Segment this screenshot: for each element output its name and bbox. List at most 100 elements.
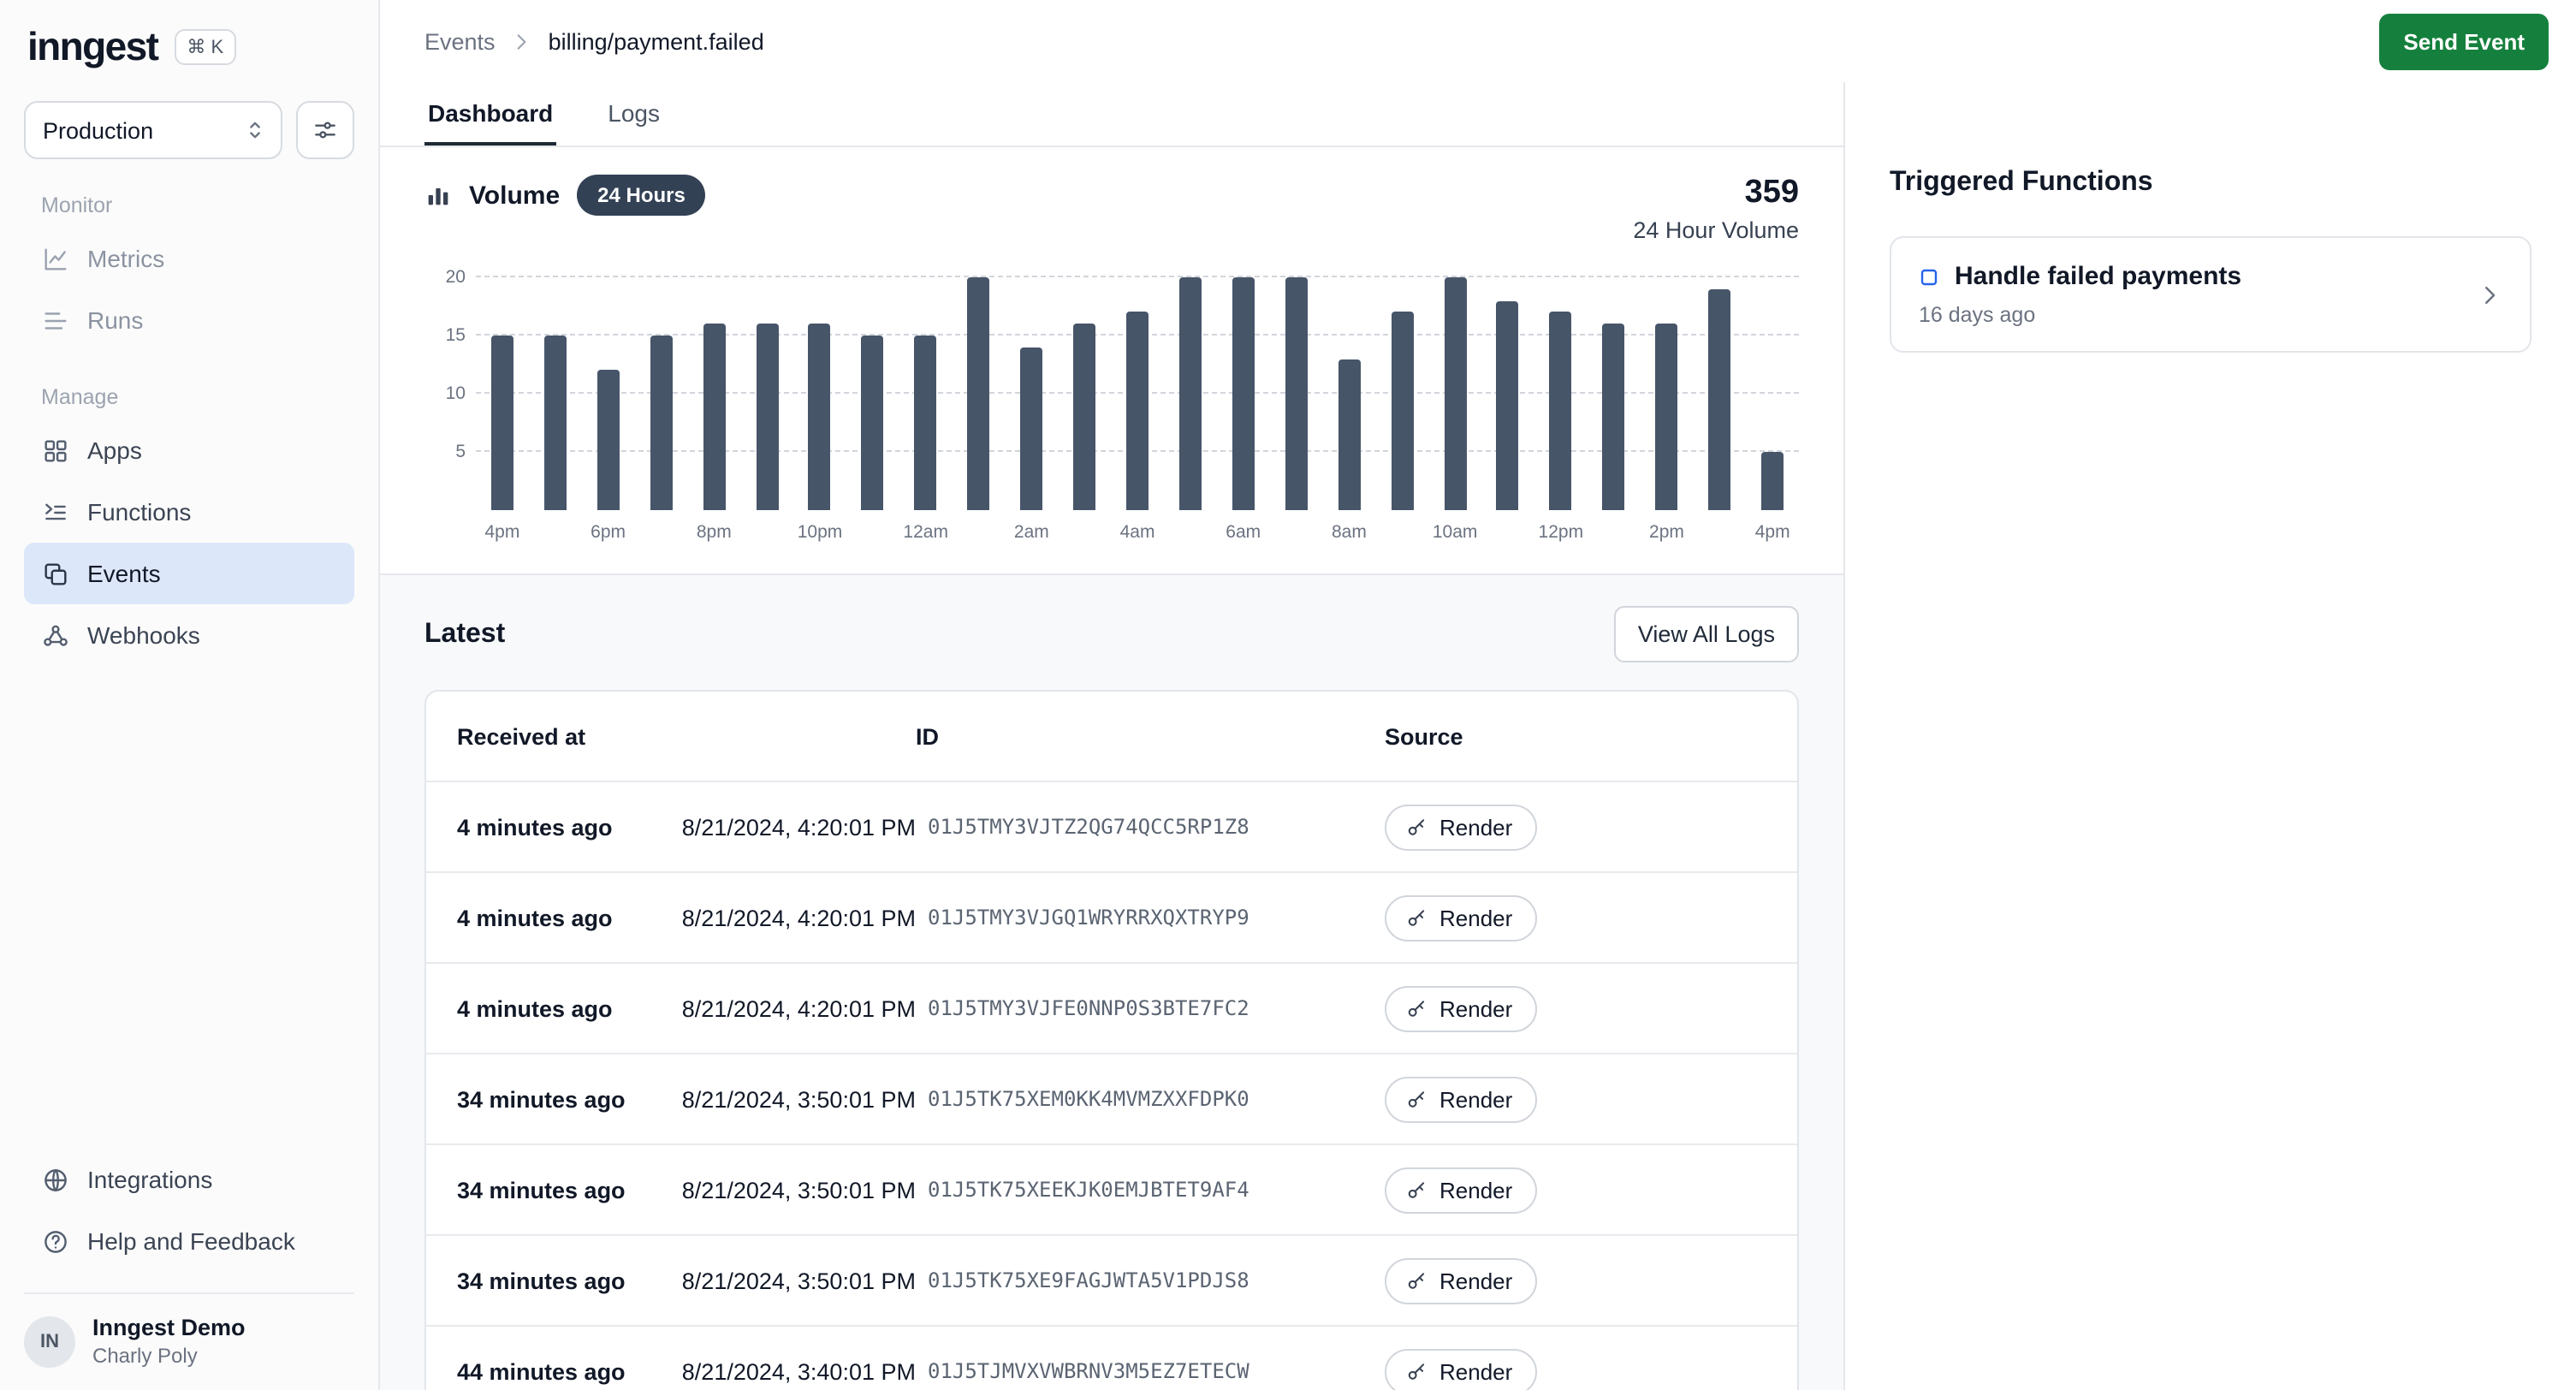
table-row[interactable]: 44 minutes ago 8/21/2024, 3:40:01 PM 01J…	[426, 1325, 1797, 1390]
table-row[interactable]: 34 minutes ago 8/21/2024, 3:50:01 PM 01J…	[426, 1234, 1797, 1325]
runs-list-icon	[41, 306, 70, 335]
volume-chart: 5101520 4pm6pm8pm10pm12am2am4am6am8am10a…	[424, 260, 1799, 543]
x-axis-tick-label	[1270, 522, 1323, 543]
sidebar-item-apps[interactable]: Apps	[24, 419, 354, 481]
source-badge[interactable]: Render	[1385, 1076, 1536, 1122]
chevron-right-icon	[2477, 282, 2502, 307]
breadcrumb-events[interactable]: Events	[424, 28, 496, 54]
apps-grid-icon	[41, 436, 70, 465]
x-axis-tick-label	[740, 522, 793, 543]
chart-bar	[1073, 324, 1095, 510]
sidebar-item-label: Metrics	[87, 245, 164, 272]
range-selector[interactable]: 24 Hours	[577, 175, 706, 216]
table-row[interactable]: 4 minutes ago 8/21/2024, 4:20:01 PM 01J5…	[426, 962, 1797, 1053]
volume-section: Volume 24 Hours 359 24 Hour Volume 51015…	[380, 147, 1843, 573]
command-k-shortcut[interactable]: ⌘ K	[175, 29, 235, 65]
source-label: Render	[1439, 995, 1512, 1021]
chart-bar	[1020, 348, 1042, 510]
tab-dashboard[interactable]: Dashboard	[424, 82, 556, 146]
app-root: inngest ⌘ K Production Monitor	[0, 0, 2576, 1390]
user-menu[interactable]: IN Inngest Demo Charly Poly	[24, 1292, 354, 1369]
main-column: Dashboard Logs Volume 24 Hours	[380, 82, 1845, 1390]
table-row[interactable]: 34 minutes ago 8/21/2024, 3:50:01 PM 01J…	[426, 1053, 1797, 1143]
chevron-right-icon	[511, 30, 533, 52]
function-name: Handle failed payments	[1955, 262, 2241, 291]
source-label: Render	[1439, 1268, 1512, 1293]
chevrons-up-down-icon	[243, 118, 267, 142]
send-event-button[interactable]: Send Event	[2379, 13, 2549, 69]
chart-bar	[756, 324, 778, 510]
environment-select[interactable]: Production	[24, 101, 282, 159]
help-circle-icon	[41, 1227, 70, 1256]
sidebar-item-metrics[interactable]: Metrics	[24, 228, 354, 289]
source-badge[interactable]: Render	[1385, 1348, 1536, 1390]
chart-bar	[544, 336, 567, 510]
chart-bar	[862, 336, 884, 510]
volume-total-label: 24 Hour Volume	[1633, 217, 1799, 243]
source-badge[interactable]: Render	[1385, 985, 1536, 1031]
sidebar-item-webhooks[interactable]: Webhooks	[24, 604, 354, 666]
source-badge[interactable]: Render	[1385, 1167, 1536, 1213]
chart-bar	[650, 336, 672, 510]
received-ago: 34 minutes ago	[457, 1086, 659, 1112]
source-label: Render	[1439, 814, 1512, 840]
received-timestamp: 8/21/2024, 4:20:01 PM	[659, 905, 916, 930]
chart-bar	[1179, 277, 1202, 510]
chart-bar	[809, 324, 831, 510]
chart-bar	[1603, 324, 1625, 510]
sidebar-item-runs[interactable]: Runs	[24, 289, 354, 351]
y-axis-tick-label: 5	[428, 442, 466, 462]
event-id: 01J5TMY3VJTZ2QG74QCC5RP1Z8	[916, 815, 1385, 839]
tab-bar: Dashboard Logs	[380, 82, 1843, 147]
x-axis-tick-label	[529, 522, 582, 543]
x-axis-tick-label: 10am	[1428, 522, 1481, 543]
source-label: Render	[1439, 1177, 1512, 1203]
x-axis-tick-label	[1481, 522, 1534, 543]
source-badge[interactable]: Render	[1385, 1257, 1536, 1304]
tab-logs[interactable]: Logs	[604, 82, 663, 146]
x-axis-tick-label: 12am	[899, 522, 953, 543]
source-label: Render	[1439, 905, 1512, 930]
source-badge[interactable]: Render	[1385, 804, 1536, 850]
table-row[interactable]: 4 minutes ago 8/21/2024, 4:20:01 PM 01J5…	[426, 871, 1797, 962]
chart-bar	[597, 371, 620, 510]
source-badge[interactable]: Render	[1385, 894, 1536, 941]
function-card[interactable]: Handle failed payments 16 days ago	[1890, 236, 2531, 353]
avatar: IN	[24, 1316, 75, 1368]
chart-bar	[1444, 277, 1466, 510]
sidebar-item-label: Events	[87, 560, 161, 587]
chart-bar	[1338, 359, 1360, 510]
events-icon	[41, 559, 70, 588]
sidebar-item-integrations[interactable]: Integrations	[24, 1149, 354, 1210]
sidebar-item-functions[interactable]: Functions	[24, 481, 354, 543]
sliders-icon	[312, 116, 339, 144]
x-axis-tick-label	[953, 522, 1006, 543]
x-axis-tick-label: 4pm	[476, 522, 529, 543]
chart-bar	[703, 324, 725, 510]
column-received-at: Received at	[457, 723, 916, 749]
x-axis-tick-label	[846, 522, 899, 543]
sidebar-item-events[interactable]: Events	[24, 543, 354, 604]
topbar: Events billing/payment.failed Send Event	[380, 0, 2576, 82]
table-row[interactable]: 34 minutes ago 8/21/2024, 3:50:01 PM 01J…	[426, 1143, 1797, 1234]
received-timestamp: 8/21/2024, 3:50:01 PM	[659, 1268, 916, 1293]
volume-title: Volume	[469, 181, 560, 210]
received-timestamp: 8/21/2024, 3:40:01 PM	[659, 1358, 916, 1384]
sidebar-item-help-and-feedback[interactable]: Help and Feedback	[24, 1210, 354, 1272]
event-id: 01J5TMY3VJFE0NNP0S3BTE7FC2	[916, 996, 1385, 1020]
environment-settings-button[interactable]	[296, 101, 354, 159]
source-label: Render	[1439, 1358, 1512, 1384]
chart-bar	[1285, 277, 1308, 510]
volume-chart-plot: 5101520	[476, 260, 1799, 510]
metrics-chart-icon	[41, 244, 70, 273]
x-axis-tick-label: 2pm	[1641, 522, 1694, 543]
event-id: 01J5TJMVXVWBRNV3M5EZ7ETECW	[916, 1359, 1385, 1383]
chart-bar	[1550, 312, 1572, 510]
view-all-logs-button[interactable]: View All Logs	[1614, 606, 1799, 662]
received-timestamp: 8/21/2024, 3:50:01 PM	[659, 1177, 916, 1203]
received-ago: 44 minutes ago	[457, 1358, 659, 1384]
x-axis-tick-label: 2am	[1005, 522, 1058, 543]
table-row[interactable]: 4 minutes ago 8/21/2024, 4:20:01 PM 01J5…	[426, 781, 1797, 871]
x-axis-tick-label	[1588, 522, 1641, 543]
chart-bar	[1655, 324, 1677, 510]
